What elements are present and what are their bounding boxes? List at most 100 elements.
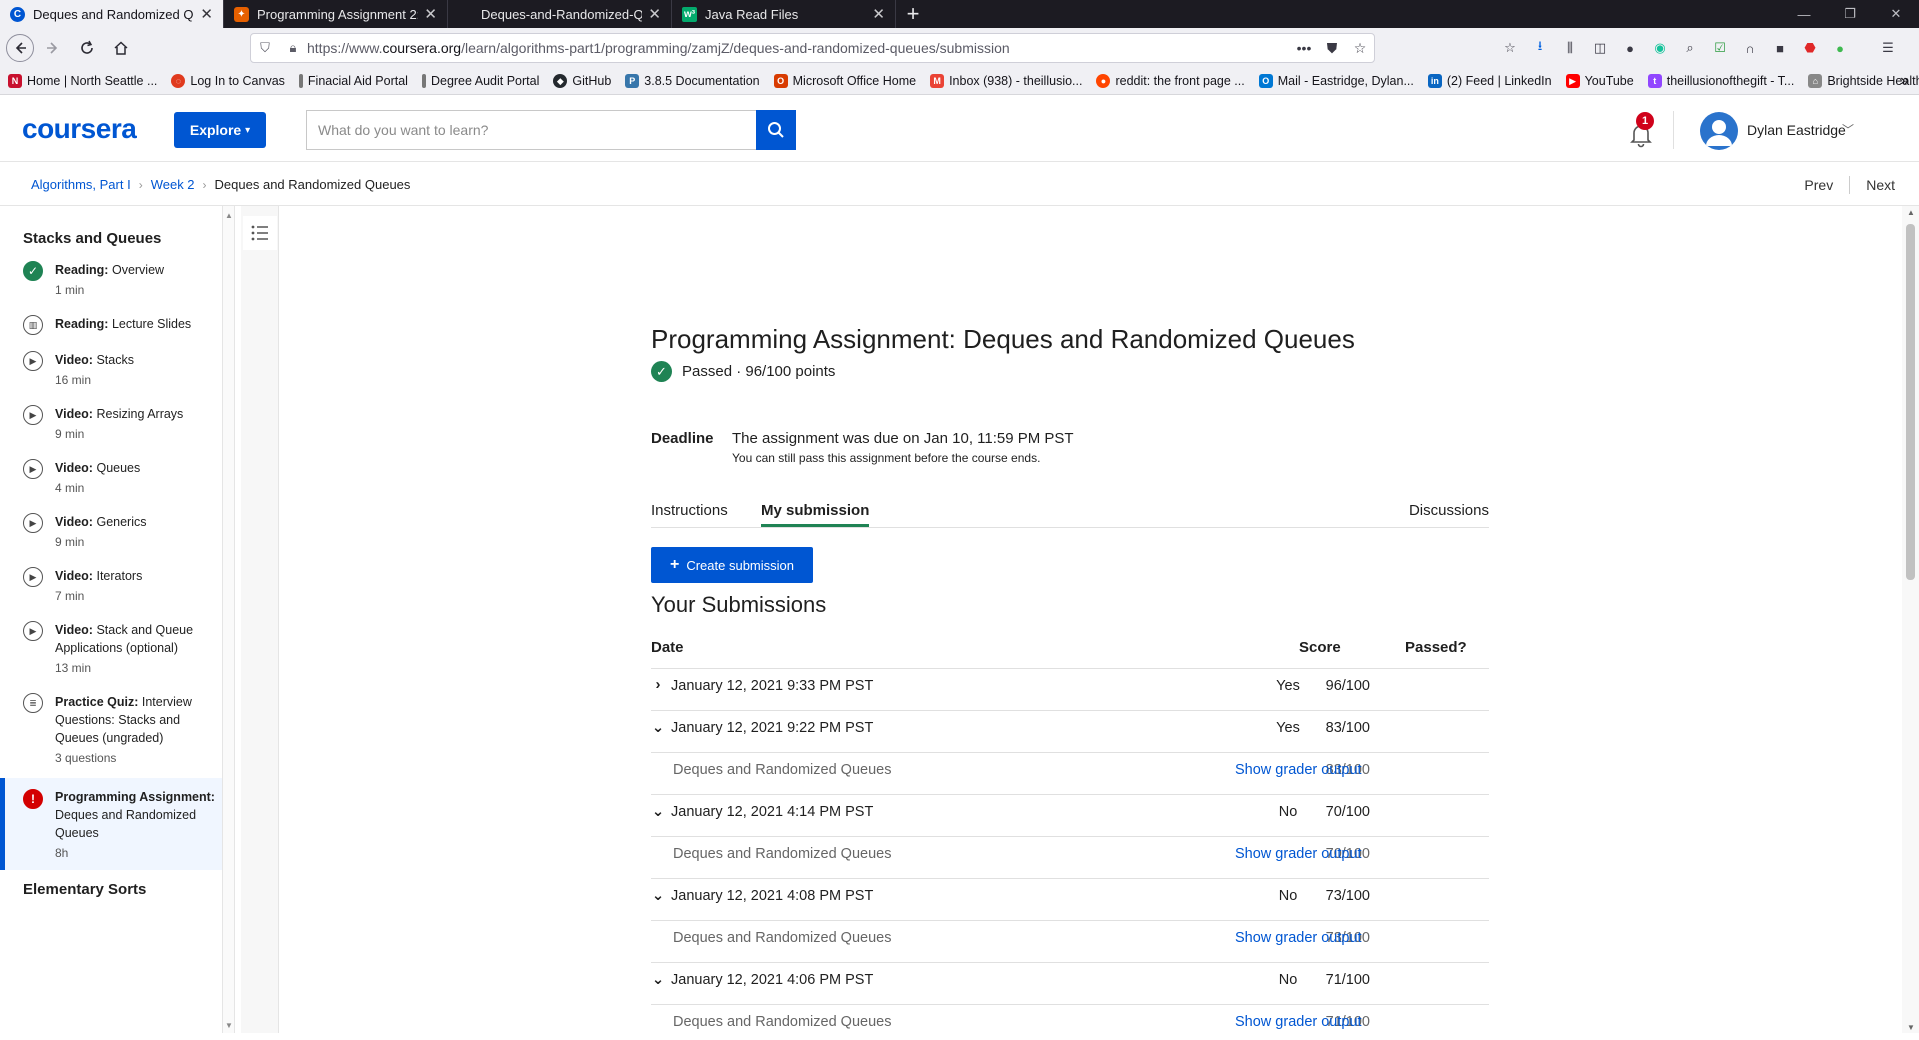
- sidebar-scrollbar[interactable]: ▲ ▼: [223, 206, 235, 1033]
- url-text[interactable]: https://www.coursera.org/learn/algorithm…: [307, 40, 1290, 56]
- bookmark-item[interactable]: O Microsoft Office Home: [773, 74, 916, 88]
- coursera-logo[interactable]: coursera: [22, 113, 137, 145]
- grammarly-icon[interactable]: ◉: [1645, 36, 1675, 60]
- avatar[interactable]: [1700, 112, 1738, 150]
- submission-row[interactable]: ⌄ January 12, 2021 4:08 PM PST 73/100 No: [651, 880, 1501, 914]
- toc-toggle-button[interactable]: [243, 216, 277, 250]
- forward-button[interactable]: [38, 33, 68, 63]
- breadcrumb-week-link[interactable]: Week 2: [151, 177, 195, 192]
- download-icon[interactable]: ⭳: [1525, 36, 1555, 60]
- minimize-icon[interactable]: —: [1781, 0, 1827, 28]
- sidebar-item-resizing-arrays[interactable]: ▶ Video: Resizing Arrays 9 min: [0, 404, 222, 444]
- close-icon[interactable]: ✕: [648, 5, 661, 23]
- next-link[interactable]: Next: [1866, 177, 1895, 193]
- reading-list-icon[interactable]: ☆: [1495, 36, 1525, 60]
- breadcrumb-course-link[interactable]: Algorithms, Part I: [31, 177, 131, 192]
- restore-icon[interactable]: ❐: [1827, 0, 1873, 28]
- search-button[interactable]: [756, 110, 796, 150]
- prev-link[interactable]: Prev: [1804, 177, 1833, 193]
- bookmark-item[interactable]: in (2) Feed | LinkedIn: [1427, 74, 1552, 88]
- browser-tab-coursera[interactable]: C Deques and Randomized Queu ✕: [0, 0, 224, 28]
- menu-icon[interactable]: ☰: [1873, 36, 1903, 60]
- bookmark-item[interactable]: P 3.8.5 Documentation: [625, 74, 760, 88]
- scrollbar-thumb[interactable]: [1906, 224, 1915, 580]
- sidebar-item-generics[interactable]: ▶ Video: Generics 9 min: [0, 512, 222, 552]
- bookmark-item[interactable]: t theillusionofthegift - T...: [1647, 74, 1794, 88]
- headphones-icon[interactable]: ∩: [1735, 36, 1765, 60]
- submission-row[interactable]: ⌄ January 12, 2021 9:22 PM PST 83/100 Ye…: [651, 712, 1501, 746]
- extension-b-icon[interactable]: ●: [1825, 36, 1855, 60]
- more-actions-icon[interactable]: •••: [1290, 40, 1318, 56]
- bookmark-item[interactable]: ● reddit: the front page ...: [1096, 74, 1245, 88]
- chevron-down-icon[interactable]: ⌄: [651, 970, 665, 988]
- show-grader-output-link[interactable]: Show grader output: [1235, 930, 1362, 946]
- sidebar-item-queues[interactable]: ▶ Video: Queues 4 min: [0, 458, 222, 498]
- tab-my-submission[interactable]: My submission: [761, 502, 870, 527]
- create-submission-button[interactable]: + Create submission: [651, 547, 813, 583]
- bookmark-item[interactable]: Finacial Aid Portal: [298, 74, 408, 88]
- bookmark-star-icon[interactable]: ☆: [1346, 40, 1374, 57]
- close-window-icon[interactable]: ✕: [1873, 0, 1919, 28]
- chevron-down-icon[interactable]: ⌄: [651, 802, 665, 820]
- user-name[interactable]: Dylan Eastridge: [1747, 122, 1846, 138]
- library-icon[interactable]: ⫼: [1555, 36, 1585, 60]
- show-grader-output-link[interactable]: Show grader output: [1235, 1014, 1362, 1030]
- close-icon[interactable]: ✕: [872, 5, 885, 23]
- home-button[interactable]: [106, 33, 136, 63]
- browser-tab-java[interactable]: w³ Java Read Files ✕: [672, 0, 896, 28]
- browser-tab-pdf[interactable]: Deques-and-Randomized-Que ✕: [448, 0, 672, 28]
- sidebar-item-stacks[interactable]: ▶ Video: Stacks 16 min: [0, 350, 222, 390]
- chevron-right-icon[interactable]: »: [1900, 72, 1909, 90]
- sidebar-icon[interactable]: ◫: [1585, 36, 1615, 60]
- chevron-right-icon[interactable]: ›: [651, 676, 665, 693]
- bookmark-item[interactable]: O Mail - Eastridge, Dylan...: [1258, 74, 1414, 88]
- reload-button[interactable]: [72, 33, 102, 63]
- scroll-up-icon[interactable]: ▲: [1907, 208, 1915, 217]
- close-icon[interactable]: ✕: [200, 5, 213, 23]
- browser-tab-assignment[interactable]: ✦ Programming Assignment 2: C ✕: [224, 0, 448, 28]
- main-scrollbar[interactable]: ▲ ▼: [1902, 206, 1919, 1033]
- search-input[interactable]: What do you want to learn?: [306, 110, 756, 150]
- pocket-icon[interactable]: ⛊: [1318, 40, 1346, 57]
- account-icon[interactable]: ●: [1615, 36, 1645, 60]
- submission-row[interactable]: ⌄ January 12, 2021 4:06 PM PST 71/100 No: [651, 964, 1501, 998]
- bookmark-item[interactable]: ◌ Log In to Canvas: [171, 74, 285, 88]
- sidebar-item-overview[interactable]: ✓ Reading: Overview 1 min: [0, 260, 222, 300]
- section-title[interactable]: Stacks and Queues: [23, 230, 161, 247]
- submission-row[interactable]: › January 12, 2021 9:33 PM PST 96/100 Ye…: [651, 670, 1501, 704]
- chevron-down-icon[interactable]: ⌄: [651, 886, 665, 904]
- sidebar-item-stack-queue-applications[interactable]: ▶ Video: Stack and Queue Applications (o…: [0, 620, 222, 678]
- bookmark-item[interactable]: Degree Audit Portal: [421, 74, 539, 88]
- camera-ext-icon[interactable]: ■: [1765, 36, 1795, 60]
- show-grader-output-link[interactable]: Show grader output: [1235, 762, 1362, 778]
- new-tab-button[interactable]: +: [896, 0, 930, 28]
- adblock-icon[interactable]: ⬣: [1795, 36, 1825, 60]
- explore-button[interactable]: Explore ▾: [174, 112, 266, 148]
- back-button[interactable]: [6, 34, 34, 62]
- page-icon: [421, 74, 426, 88]
- search-ext-icon[interactable]: ⌕: [1675, 36, 1705, 60]
- tab-discussions[interactable]: Discussions: [1409, 502, 1489, 519]
- check-ext-icon[interactable]: ☑: [1705, 36, 1735, 60]
- sidebar-item-iterators[interactable]: ▶ Video: Iterators 7 min: [0, 566, 222, 606]
- close-icon[interactable]: ✕: [424, 5, 437, 23]
- sidebar-item-lecture-slides[interactable]: ▥ Reading: Lecture Slides: [0, 314, 222, 338]
- shield-icon[interactable]: ⛉: [251, 40, 279, 56]
- show-grader-output-link[interactable]: Show grader output: [1235, 846, 1362, 862]
- chevron-down-icon[interactable]: ⌄: [651, 718, 665, 736]
- sidebar-item-interview-questions[interactable]: ≣ Practice Quiz: Interview Questions: St…: [0, 692, 222, 768]
- submission-row[interactable]: ⌄ January 12, 2021 4:14 PM PST 70/100 No: [651, 796, 1501, 830]
- bookmark-item[interactable]: N Home | North Seattle ...: [8, 74, 157, 88]
- bookmark-item[interactable]: M Inbox (938) - theillusio...: [930, 74, 1082, 88]
- scroll-down-icon[interactable]: ▼: [225, 1021, 233, 1030]
- chevron-down-icon[interactable]: ﹀: [1842, 121, 1854, 138]
- bookmark-item[interactable]: ▶ YouTube: [1565, 74, 1634, 88]
- scroll-up-icon[interactable]: ▲: [225, 211, 233, 220]
- scroll-down-icon[interactable]: ▼: [1907, 1023, 1915, 1032]
- lock-icon[interactable]: 🔒︎: [279, 40, 307, 56]
- sidebar-item-programming-assignment[interactable]: ! Programming Assignment: Deques and Ran…: [0, 778, 222, 870]
- section-title-elementary-sorts[interactable]: Elementary Sorts: [23, 881, 146, 898]
- address-bar[interactable]: ⛉ 🔒︎ https://www.coursera.org/learn/algo…: [250, 33, 1375, 63]
- tab-instructions[interactable]: Instructions: [651, 502, 728, 519]
- bookmark-item[interactable]: ◆ GitHub: [553, 74, 611, 88]
